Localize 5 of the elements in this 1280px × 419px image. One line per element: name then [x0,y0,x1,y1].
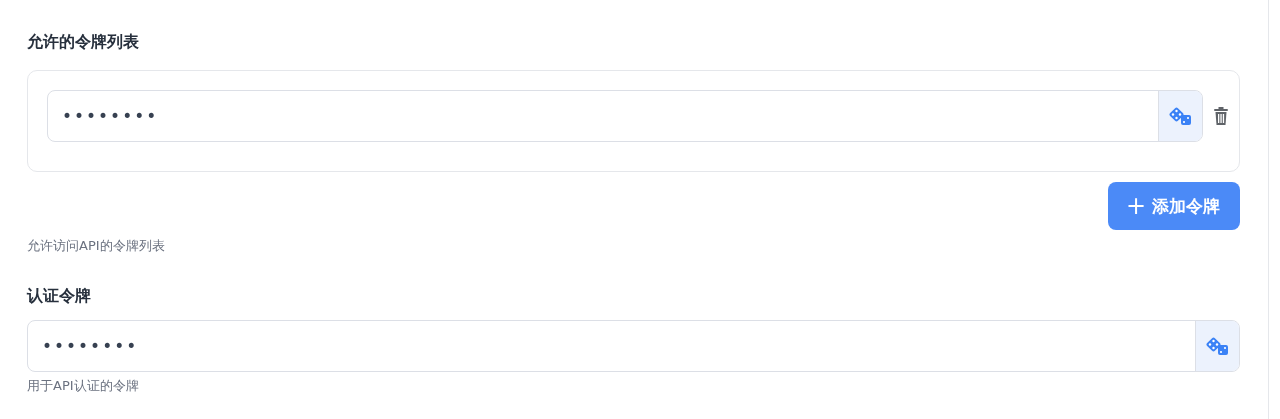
hint-text: 允许访问API的令牌列表 [27,237,166,255]
trash-icon [1213,107,1229,125]
hint-text: 用于API认证的令牌 [27,377,140,395]
section-title: 认证令牌 [27,285,92,307]
section-title: 允许的令牌列表 [27,31,140,53]
